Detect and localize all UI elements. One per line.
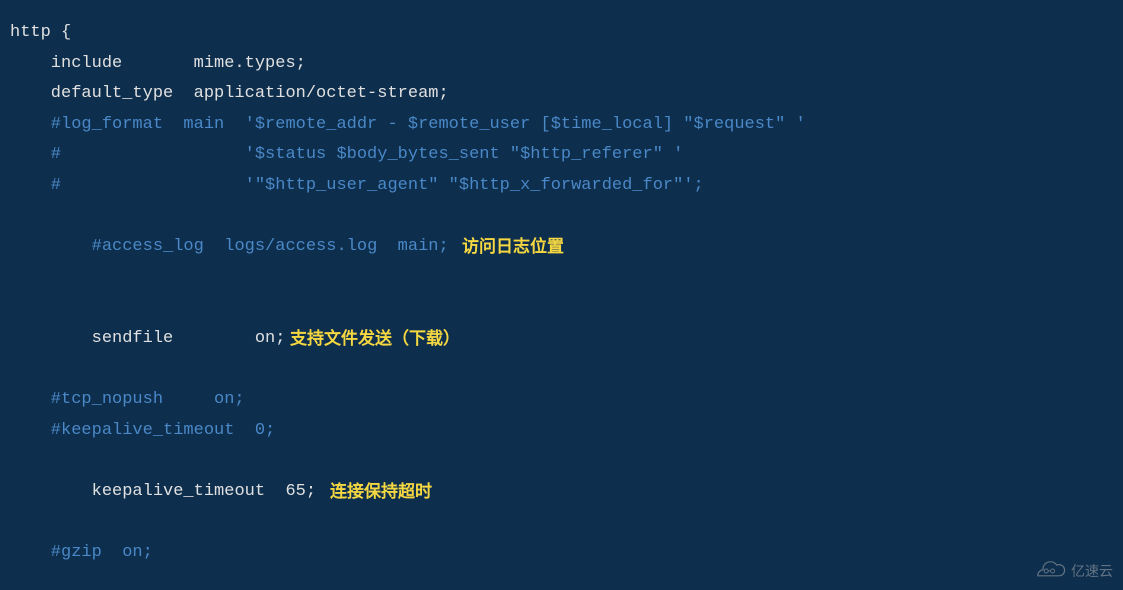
code-line-gzip: #gzip on; bbox=[10, 538, 1113, 569]
code-line-tcp-nopush: #tcp_nopush on; bbox=[10, 385, 1113, 416]
code-block: http { include mime.types; default_type … bbox=[10, 18, 1113, 569]
cloud-icon bbox=[1035, 561, 1067, 581]
watermark: 亿速云 bbox=[1035, 559, 1113, 584]
code-line-keepalive0: #keepalive_timeout 0; bbox=[10, 416, 1113, 447]
code-line-sendfile: sendfile on;支持文件发送（下载） bbox=[10, 293, 1113, 385]
code-line-include: include mime.types; bbox=[10, 49, 1113, 80]
code-line-keepalive: keepalive_timeout 65; 连接保持超时 bbox=[10, 446, 1113, 538]
code-text: sendfile on; bbox=[51, 329, 286, 348]
code-line-http: http { bbox=[10, 18, 1113, 49]
code-text: keepalive_timeout 65; bbox=[51, 482, 316, 501]
code-line-logformat2: # '$status $body_bytes_sent "$http_refer… bbox=[10, 140, 1113, 171]
annotation-sendfile: 支持文件发送（下载） bbox=[290, 324, 460, 355]
code-text: #access_log logs/access.log main; bbox=[51, 237, 449, 256]
watermark-text: 亿速云 bbox=[1071, 559, 1113, 584]
code-line-default-type: default_type application/octet-stream; bbox=[10, 79, 1113, 110]
annotation-keepalive: 连接保持超时 bbox=[330, 477, 432, 508]
code-line-logformat3: # '"$http_user_agent" "$http_x_forwarded… bbox=[10, 171, 1113, 202]
annotation-access-log: 访问日志位置 bbox=[462, 232, 564, 263]
code-line-access-log: #access_log logs/access.log main; 访问日志位置 bbox=[10, 202, 1113, 294]
code-line-logformat1: #log_format main '$remote_addr - $remote… bbox=[10, 110, 1113, 141]
